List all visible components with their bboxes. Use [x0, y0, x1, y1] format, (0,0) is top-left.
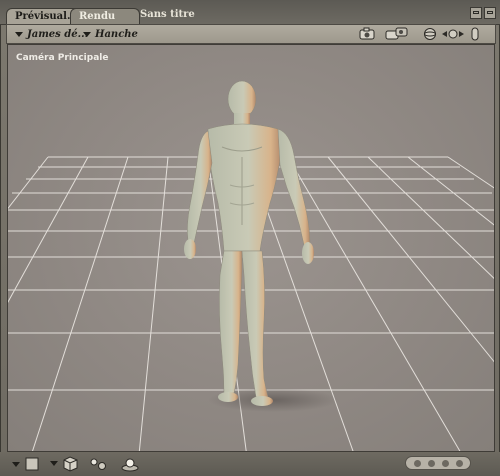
page-dot[interactable]: [413, 459, 421, 467]
square-icon[interactable]: [12, 456, 42, 472]
minimize-button[interactable]: [470, 7, 482, 19]
chevron-down-icon: [83, 32, 91, 37]
body-part-dropdown-label: Hanche: [95, 29, 138, 40]
spheres-icon[interactable]: [88, 456, 110, 472]
tab-render[interactable]: Rendu: [70, 8, 140, 25]
3d-viewport[interactable]: Caméra Principale: [7, 44, 495, 452]
chevron-down-icon: [15, 32, 23, 37]
document-title: Sans titre: [140, 9, 195, 20]
tab-preview[interactable]: Prévisual.: [6, 8, 80, 25]
page-dot[interactable]: [455, 459, 463, 467]
scale-icon[interactable]: [469, 27, 481, 41]
translate-icon[interactable]: [441, 27, 465, 41]
viewport-toolbar: James dé... Hanche: [6, 24, 496, 44]
poser-document-window: Prévisual. Rendu Sans titre James dé... …: [0, 0, 500, 476]
body-part-dropdown[interactable]: Hanche: [83, 28, 138, 42]
figure-dropdown-label: James dé...: [27, 29, 89, 40]
page-indicator[interactable]: [405, 456, 471, 470]
camera-label: Caméra Principale: [16, 53, 109, 63]
tab-strip: Prévisual. Rendu Sans titre: [0, 0, 500, 25]
light-icon[interactable]: [120, 456, 140, 472]
page-dot[interactable]: [441, 459, 449, 467]
human-figure[interactable]: [178, 75, 338, 415]
trackball-icon[interactable]: [421, 27, 439, 41]
page-dot[interactable]: [427, 459, 435, 467]
camera-move-icon[interactable]: [385, 27, 409, 41]
maximize-button[interactable]: [484, 7, 496, 19]
cube-icon[interactable]: [50, 456, 80, 472]
camera-icon[interactable]: [359, 27, 377, 41]
figure-dropdown[interactable]: James dé...: [15, 28, 88, 42]
